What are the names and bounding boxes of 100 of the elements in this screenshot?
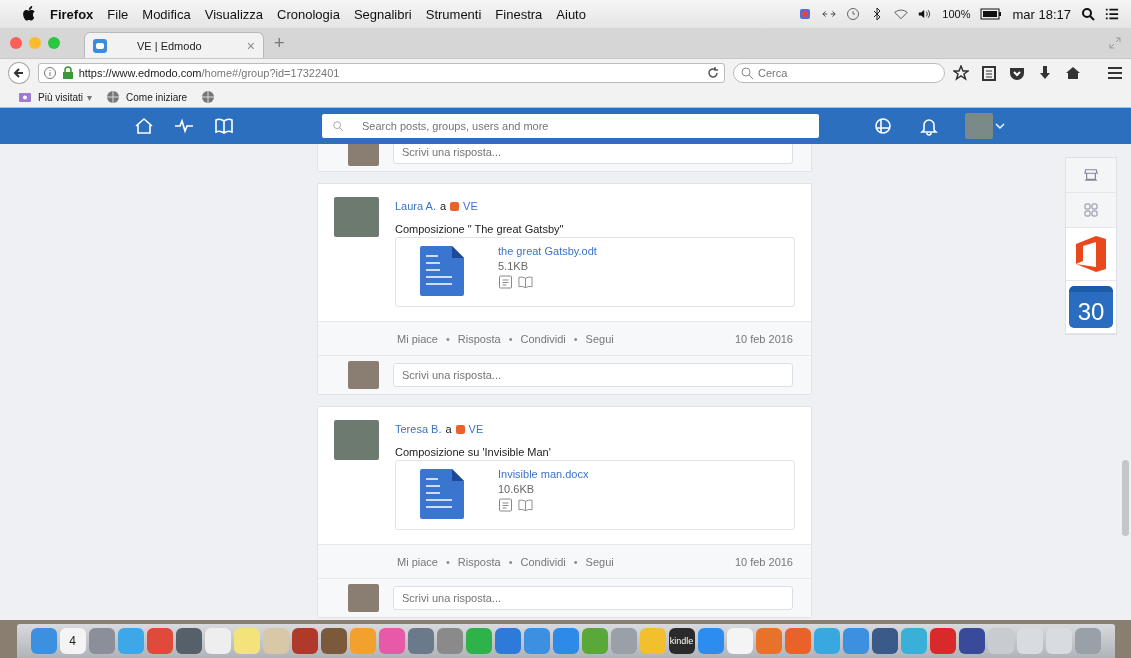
book-icon[interactable]	[214, 116, 234, 136]
caret-icon[interactable]	[995, 123, 1005, 129]
dock-app-icon[interactable]	[146, 628, 173, 654]
dock-app-icon[interactable]: 4	[59, 628, 86, 654]
fullscreen-icon[interactable]	[1109, 37, 1121, 49]
action-link[interactable]: Segui	[585, 332, 614, 345]
attachment-card[interactable]: Invisible man.docx 10.6KB	[395, 460, 795, 530]
url-text: https://www.edmodo.com/home#/group?id=17322401	[78, 67, 341, 79]
dock-app-icon[interactable]	[175, 628, 202, 654]
dock-app-icon[interactable]	[291, 628, 318, 654]
apple-icon[interactable]	[22, 6, 36, 22]
notes-icon[interactable]	[498, 275, 513, 289]
reply-field[interactable]: Scrivi una risposta...	[393, 586, 793, 610]
search-field[interactable]: Search posts, groups, users and more	[322, 114, 819, 138]
clock-time[interactable]: mar 18:17	[1012, 6, 1071, 22]
avatar-photo	[348, 361, 379, 389]
action-link[interactable]: Risposta	[457, 332, 501, 345]
separator-dot: •	[445, 332, 450, 345]
menu-item[interactable]: Segnalibri	[353, 6, 412, 22]
book-icon[interactable]	[518, 275, 533, 289]
store-icon[interactable]	[1084, 168, 1098, 182]
download-icon[interactable]	[1037, 65, 1053, 81]
folder-icon	[18, 90, 32, 104]
action-link[interactable]: Risposta	[457, 555, 501, 568]
recipient-text: a	[445, 423, 452, 435]
menu-item[interactable]: Finestra	[495, 6, 543, 22]
dock-app-icon[interactable]	[494, 628, 521, 654]
post-text: Composizione su 'Invisible Man'	[395, 446, 552, 458]
separator-dot: •	[573, 332, 578, 345]
bell-icon[interactable]	[919, 116, 939, 136]
separator-dot: •	[508, 332, 513, 345]
post-date: 10 feb 2016	[734, 332, 793, 345]
group-link[interactable]: VE	[468, 423, 484, 435]
battery-icon[interactable]	[980, 8, 1003, 20]
menu-item[interactable]: Modifica	[142, 6, 191, 22]
dock-app-icon[interactable]	[436, 628, 463, 654]
menu-item[interactable]: Cronologia	[277, 6, 340, 22]
dock-app-icon[interactable]	[842, 628, 869, 654]
avatar-photo	[348, 584, 379, 612]
reply-field[interactable]: Scrivi una risposta...	[393, 363, 793, 387]
pocket-icon[interactable]	[1009, 65, 1025, 81]
notes-icon[interactable]	[498, 498, 513, 512]
author-link[interactable]: Teresa B.	[395, 423, 442, 435]
dock-app-icon[interactable]	[407, 628, 434, 654]
dock-app-icon[interactable]	[784, 628, 811, 654]
action-link[interactable]: Segui	[585, 555, 614, 568]
clipboard-icon[interactable]	[981, 65, 997, 81]
app-menu[interactable]: Firefox	[50, 6, 94, 22]
avatar-photo	[334, 420, 379, 460]
dock-app-icon[interactable]: kindle	[668, 628, 695, 654]
back-button[interactable]	[8, 62, 30, 84]
dock-app-icon[interactable]	[523, 628, 550, 654]
url-field[interactable]: https://www.edmodo.com/home#/group?id=17322401	[37, 63, 725, 83]
dock-app-icon[interactable]	[697, 628, 724, 654]
home-icon[interactable]	[134, 116, 154, 136]
status-icon[interactable]	[798, 7, 813, 21]
menu-item[interactable]: Aiuto	[556, 6, 586, 22]
action-link[interactable]: Condividi	[520, 332, 566, 345]
menu-item[interactable]: File	[107, 6, 129, 22]
action-link[interactable]: Condividi	[520, 555, 566, 568]
browser-tab[interactable]: VE | Edmodo ×	[84, 32, 264, 58]
group-link[interactable]: VE	[463, 200, 478, 212]
file-link[interactable]: Invisible man.docx	[498, 468, 589, 480]
tab-close-button[interactable]: ×	[246, 37, 255, 54]
search-icon[interactable]	[1081, 7, 1095, 21]
action-link[interactable]: Mi piace	[397, 332, 438, 345]
list-icon[interactable]	[1105, 7, 1119, 21]
calendar-button[interactable]: 30	[1069, 286, 1113, 328]
menu-item[interactable]: Visualizza	[204, 6, 263, 22]
grid-icon[interactable]	[1084, 203, 1098, 217]
search-field[interactable]: Cerca	[733, 63, 945, 83]
globe-icon[interactable]	[201, 90, 216, 104]
attachment-card[interactable]: the great Gatsby.odt 5.1KB	[395, 237, 795, 307]
new-tab-button[interactable]: +	[274, 33, 285, 54]
dock-app-icon[interactable]	[929, 628, 956, 654]
separator-dot: •	[508, 555, 513, 568]
dock-app-icon[interactable]	[30, 628, 57, 654]
close-light[interactable]	[10, 37, 22, 49]
dock-app-icon[interactable]	[552, 628, 579, 654]
reply-field[interactable]: Scrivi una risposta...	[393, 144, 793, 164]
back-arrow-icon[interactable]	[12, 67, 25, 79]
book-icon[interactable]	[518, 498, 533, 512]
dock-app-icon[interactable]	[958, 628, 985, 654]
menu-icon[interactable]	[1107, 65, 1123, 81]
reload-icon[interactable]	[706, 66, 720, 80]
scrollbar-thumb[interactable]	[1122, 460, 1129, 536]
home-icon[interactable]	[1065, 65, 1081, 81]
wifi-icon[interactable]	[894, 7, 909, 21]
office-logo-icon[interactable]	[1076, 236, 1106, 272]
clock-icon[interactable]	[846, 7, 861, 21]
file-link[interactable]: the great Gatsby.odt	[498, 245, 597, 257]
menu-item[interactable]: Strumenti	[425, 6, 482, 22]
dock-app-icon[interactable]	[871, 628, 898, 654]
bookmark-item[interactable]: Come iniziare	[126, 91, 188, 103]
speaker-icon[interactable]	[918, 7, 933, 21]
author-link[interactable]: Laura A.	[395, 200, 436, 212]
dock-app-icon[interactable]	[320, 628, 347, 654]
bookmark-item[interactable]: Più visitati ▾	[38, 91, 92, 103]
action-link[interactable]: Mi piace	[397, 555, 438, 568]
star-icon[interactable]	[953, 65, 969, 81]
